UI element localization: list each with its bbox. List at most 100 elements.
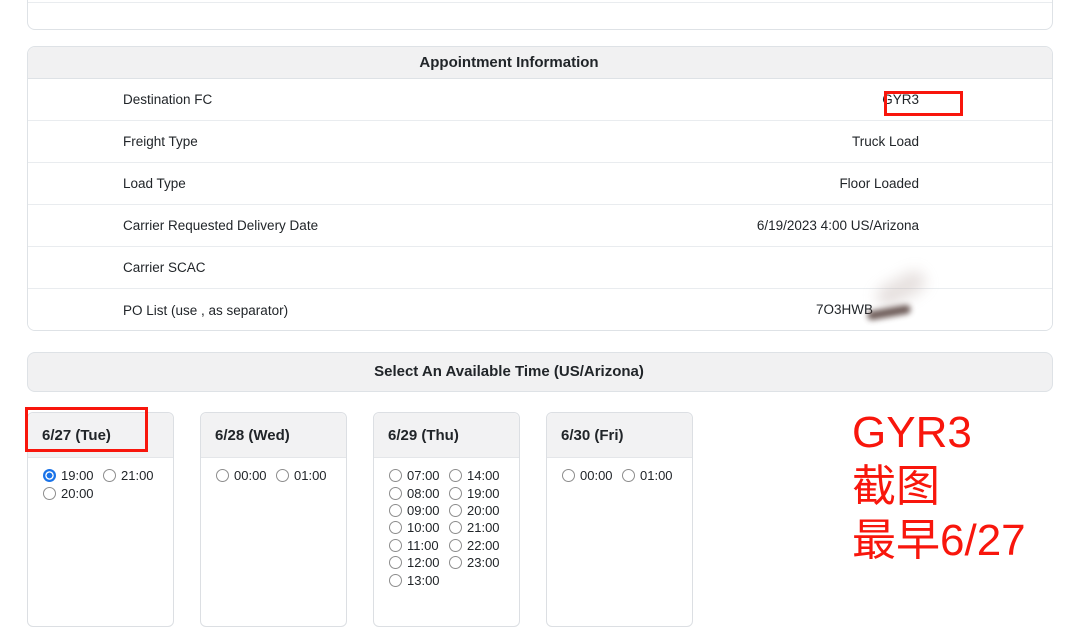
- radio-icon[interactable]: [216, 469, 229, 482]
- time-option-label: 00:00: [580, 468, 613, 483]
- table-row: Load Type Floor Loaded: [28, 163, 1052, 205]
- time-option-label: 21:00: [121, 468, 154, 483]
- time-option-6/30-00:00[interactable]: 00:00: [562, 467, 613, 484]
- row-value-text: GYR3: [882, 92, 919, 107]
- time-option-6/29-12:00[interactable]: 12:00: [389, 554, 440, 571]
- row-value-text: 7O3HWB: [816, 302, 873, 317]
- day-card-times: 00:00 01:00: [201, 458, 346, 618]
- red-annotation-note: GYR3 截图 最早6/27: [852, 406, 1026, 568]
- time-option-6/29-08:00[interactable]: 08:00: [389, 484, 440, 501]
- appointment-info-card: Appointment Information Destination FC G…: [27, 46, 1053, 331]
- table-row: PO List (use , as separator) 7O3HWB: [28, 289, 1052, 331]
- time-option-label: 20:00: [61, 486, 94, 501]
- time-option-label: 21:00: [467, 520, 500, 535]
- radio-icon[interactable]: [389, 556, 402, 569]
- time-option-6/29-21:00[interactable]: 21:00: [449, 519, 500, 536]
- time-option-label: 09:00: [407, 503, 440, 518]
- time-column: 07:00 08:00 09:00 10:00 11:00 12:00 13:00: [389, 467, 440, 589]
- time-column: 19:00 20:00: [43, 467, 94, 502]
- table-row: Carrier Requested Delivery Date 6/19/202…: [28, 205, 1052, 247]
- table-row: Destination FC GYR3: [28, 79, 1052, 121]
- time-option-label: 01:00: [640, 468, 673, 483]
- row-value: Truck Load: [852, 134, 919, 149]
- time-column: 00:00: [216, 467, 267, 484]
- redaction-smudge: [873, 304, 919, 318]
- row-label: Destination FC: [123, 92, 212, 107]
- radio-icon[interactable]: [449, 487, 462, 500]
- time-column: 01:00: [276, 467, 327, 484]
- radio-icon[interactable]: [103, 469, 116, 482]
- day-card: 6/27 (Tue) 19:00 20:00 21:00: [27, 412, 174, 627]
- time-column: 01:00: [622, 467, 673, 484]
- radio-icon[interactable]: [389, 521, 402, 534]
- annotation-line: 最早6/27: [852, 514, 1026, 568]
- time-option-6/29-09:00[interactable]: 09:00: [389, 502, 440, 519]
- appointment-info-title: Appointment Information: [28, 47, 1052, 79]
- time-option-6/29-22:00[interactable]: 22:00: [449, 537, 500, 554]
- time-option-6/29-19:00[interactable]: 19:00: [449, 484, 500, 501]
- radio-icon[interactable]: [449, 504, 462, 517]
- time-option-6/29-14:00[interactable]: 14:00: [449, 467, 500, 484]
- radio-icon[interactable]: [449, 539, 462, 552]
- time-option-6/29-07:00[interactable]: 07:00: [389, 467, 440, 484]
- time-option-6/28-00:00[interactable]: 00:00: [216, 467, 267, 484]
- time-option-label: 22:00: [467, 538, 500, 553]
- day-card: 6/29 (Thu) 07:00 08:00 09:00 10:00 11:00 12:0…: [373, 412, 520, 627]
- time-option-label: 08:00: [407, 486, 440, 501]
- appointment-table-body: Destination FC GYR3 Freight Type Truck L…: [28, 79, 1052, 331]
- row-label: Freight Type: [123, 134, 198, 149]
- day-card-times: 19:00 20:00 21:00: [28, 458, 173, 618]
- time-column: 14:0019:00 20:00 21:00 22:0023:00: [449, 467, 500, 571]
- time-option-label: 14:00: [467, 468, 500, 483]
- day-card-date: 6/28 (Wed): [201, 413, 346, 458]
- radio-icon[interactable]: [562, 469, 575, 482]
- radio-icon[interactable]: [389, 539, 402, 552]
- time-option-label: 00:00: [234, 468, 267, 483]
- time-option-label: 07:00: [407, 468, 440, 483]
- time-option-6/29-23:00[interactable]: 23:00: [449, 554, 500, 571]
- time-option-label: 01:00: [294, 468, 327, 483]
- radio-icon[interactable]: [389, 487, 402, 500]
- row-value-text: Truck Load: [852, 134, 919, 149]
- day-card-date: 6/27 (Tue): [28, 413, 173, 458]
- radio-icon[interactable]: [622, 469, 635, 482]
- radio-icon[interactable]: [449, 521, 462, 534]
- radio-icon[interactable]: [389, 469, 402, 482]
- table-row: Freight Type Truck Load: [28, 121, 1052, 163]
- radio-icon[interactable]: [449, 469, 462, 482]
- time-option-6/30-01:00[interactable]: 01:00: [622, 467, 673, 484]
- time-option-label: 12:00: [407, 555, 440, 570]
- time-option-6/29-20:00[interactable]: 20:00: [449, 502, 500, 519]
- time-option-label: 10:00: [407, 520, 440, 535]
- radio-icon[interactable]: [389, 574, 402, 587]
- row-label: Carrier SCAC: [123, 260, 206, 275]
- annotation-line: 截图: [852, 460, 1026, 514]
- day-card-date: 6/30 (Fri): [547, 413, 692, 458]
- radio-icon[interactable]: [276, 469, 289, 482]
- time-option-6/29-10:00[interactable]: 10:00: [389, 519, 440, 536]
- time-option-6/29-11:00[interactable]: 11:00: [389, 537, 440, 554]
- row-value-text: 6/19/2023 4:00 US/Arizona: [757, 218, 919, 233]
- row-value: Floor Loaded: [839, 176, 919, 191]
- radio-icon[interactable]: [43, 487, 56, 500]
- radio-icon[interactable]: [449, 556, 462, 569]
- day-card-date: 6/29 (Thu): [374, 413, 519, 458]
- time-option-6/27-19:00[interactable]: 19:00: [43, 467, 94, 484]
- radio-icon[interactable]: [389, 504, 402, 517]
- row-value-text: Floor Loaded: [839, 176, 919, 191]
- time-option-6/27-20:00[interactable]: 20:00: [43, 484, 94, 501]
- time-option-6/29-13:00[interactable]: 13:00: [389, 571, 440, 588]
- time-option-label: 11:00: [407, 538, 439, 553]
- time-option-6/28-01:00[interactable]: 01:00: [276, 467, 327, 484]
- time-column: 00:00: [562, 467, 613, 484]
- previous-card-bottom: [27, 0, 1053, 30]
- select-time-header: Select An Available Time (US/Arizona): [27, 352, 1053, 392]
- radio-icon[interactable]: [43, 469, 56, 482]
- row-value: 7O3HWB: [816, 302, 919, 317]
- day-card-times: 07:00 08:00 09:00 10:00 11:00 12:00 13:00 14:00…: [374, 458, 519, 618]
- day-card: 6/30 (Fri) 00:00 01:00: [546, 412, 693, 627]
- time-option-label: 20:00: [467, 503, 500, 518]
- row-label: PO List (use , as separator): [123, 303, 288, 318]
- time-option-label: 13:00: [407, 573, 440, 588]
- time-option-6/27-21:00[interactable]: 21:00: [103, 467, 154, 484]
